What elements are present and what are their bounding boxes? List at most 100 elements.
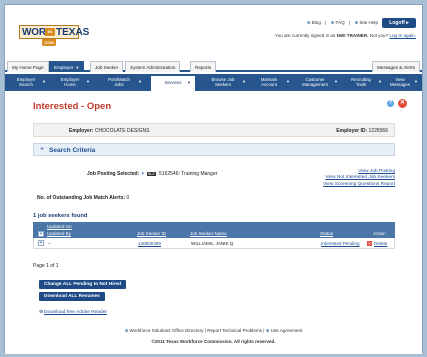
subnav-label-2: Tools (355, 82, 367, 87)
employer-id: Employer ID: 1228366 (336, 128, 388, 134)
change-all-pending-button[interactable]: Change ALL Pending to Not Hired (39, 280, 127, 289)
chevron-down-icon: ▼ (378, 79, 382, 84)
tab-reports[interactable]: Reports (190, 61, 217, 72)
job-match-alerts: No. of Outstanding Job Match Alerts: 0 (37, 195, 129, 201)
table-header: + Updated On Updated By Job Seeker ID Jo… (33, 222, 395, 238)
seeker-name: WILLIAMS, JANIE Q (191, 241, 234, 246)
globe-icon: ⊕ (354, 20, 359, 25)
tab-label: Messages & Alerts (376, 65, 415, 70)
alerts-label: No. of Outstanding Job Match Alerts: (37, 195, 126, 201)
tab-label: System Administration (130, 65, 176, 70)
col-seeker-id[interactable]: Job Seeker ID (137, 231, 166, 236)
chevron-down-icon: ▼ (42, 79, 46, 84)
logo-word-in: IN (45, 28, 55, 36)
employer-subnav: Employer Search ▼ Employer Home ▼ Post/Match… (5, 74, 422, 91)
office-directory-link[interactable]: Workforce Solutions Office Directory (130, 328, 204, 333)
expand-all-icon[interactable]: + (38, 231, 44, 237)
chevron-down-icon: ▼ (242, 79, 246, 84)
subnav-services[interactable]: Services ▼ (151, 76, 195, 91)
table-row: + -- 140830490 WILLIAMS, JANIE Q Interes… (33, 238, 395, 249)
col-action: Action (373, 231, 386, 236)
row-updated: -- (48, 241, 52, 246)
employer-id-label: Employer ID: (336, 128, 368, 134)
download-all-resumes-button[interactable]: Download ALL Resumes (39, 292, 105, 301)
subnav-browse-job-seekers[interactable]: Browse Job Seekers ▼ (203, 74, 246, 91)
download-reader-link[interactable]: Download free Adobe Reader (44, 310, 107, 315)
main-content: Interested - Open ? ✕ Employer: CHOCOLAT… (5, 91, 422, 354)
signed-in-prefix: You are currently signed in as (274, 33, 336, 38)
tab-messages-alerts[interactable]: Messages & Alerts (371, 61, 420, 72)
expand-row-icon[interactable]: + (38, 240, 44, 246)
tab-my-home-page[interactable]: My Home Page (7, 61, 49, 72)
separator: | (204, 328, 206, 333)
tab-label: Job Seeker (95, 65, 119, 70)
subnav-label-2: Management (302, 82, 328, 87)
col-seeker-name[interactable]: Job Seeker Name (190, 231, 227, 236)
employer-info-bar: Employer: CHOCOLATE DESIGNS Employer ID:… (33, 123, 395, 137)
logoff-button[interactable]: Logoff ▸ (382, 18, 416, 28)
globe-icon: ⊕ (306, 20, 311, 25)
chevron-down-icon: ▼ (138, 79, 142, 84)
chevron-down-icon: ▼ (75, 65, 80, 70)
top-links: ⊕Blog | ⊕FAQ | ⊕Site Help (307, 20, 378, 26)
subnav-recruiting-tools[interactable]: Recruiting Tools ▼ (343, 74, 382, 91)
subnav-view-messages[interactable]: View Messages ▼ (385, 74, 418, 91)
employer-label: Employer: CHOCOLATE DESIGNS (69, 128, 149, 134)
help-icon[interactable]: ? (387, 100, 394, 107)
tab-job-seeker[interactable]: Job Seeker (90, 61, 124, 72)
logo-com: COM (42, 39, 56, 46)
faq-link[interactable]: FAQ (336, 20, 345, 25)
globe-icon: ⊕ (39, 310, 44, 315)
nlx-badge: NLX (146, 172, 156, 176)
plus-icon: + (40, 146, 45, 153)
subnav-label-2: Search (19, 82, 33, 87)
subnav-maintain-account[interactable]: Maintain Account ▼ (251, 74, 290, 91)
separator: | (263, 328, 265, 333)
subnav-customer-management[interactable]: Customer Management ▼ (295, 74, 338, 91)
subnav-employer-home[interactable]: Employer Home ▼ (53, 74, 90, 91)
report-problems-link[interactable]: Report Technical Problems (207, 328, 262, 333)
subnav-label-2: Home (64, 82, 76, 87)
chevron-down-icon: ▼ (86, 79, 90, 84)
search-criteria-toggle[interactable]: + Search Criteria (33, 143, 395, 156)
site-help-link[interactable]: Site Help (359, 20, 378, 25)
logoff-label: Logoff (389, 20, 405, 26)
seeker-id-link[interactable]: 140830490 (138, 241, 161, 246)
job-posting-label: Job Posting Selected: (87, 171, 140, 177)
workintexas-logo[interactable]: WORK IN TEXAS COM (19, 25, 89, 49)
not-you-text: Not you? (369, 33, 389, 38)
view-not-interested-link[interactable]: View Not Interested Job Seekers (323, 175, 395, 181)
logo-word-texas: TEXAS (56, 27, 90, 38)
alerts-value: 0 (126, 195, 130, 201)
arrow-right-icon: ▸ (406, 20, 409, 26)
col-updated-by[interactable]: Updated By (47, 231, 71, 236)
job-posting-value: 5162546: Training Manger (159, 171, 218, 177)
use-agreement-link[interactable]: Use Agreement (271, 328, 303, 333)
job-seekers-table: + Updated On Updated By Job Seeker ID Jo… (33, 222, 395, 249)
col-updated-on[interactable]: Updated On (47, 224, 72, 229)
signed-in-user: NWI TRAINER. (336, 33, 369, 38)
globe-icon: ⊕ (330, 20, 335, 25)
col-status[interactable]: Status (320, 231, 333, 236)
main-tab-bar: My Home Page Employer ▼ Job Seeker System… (5, 59, 422, 72)
tab-employer[interactable]: Employer ▼ (49, 61, 85, 72)
delete-icon[interactable]: ✕ (367, 241, 372, 247)
page-title: Interested - Open (33, 101, 112, 112)
view-screening-questions-link[interactable]: View Screening Questions Report (323, 182, 395, 188)
chevron-down-icon: ▼ (286, 79, 290, 84)
pagination-text: Page 1 of 1 (33, 263, 59, 269)
subnav-post-match-jobs[interactable]: Post/Match Jobs ▼ (99, 74, 142, 91)
tab-system-administration[interactable]: System Administration (125, 61, 181, 72)
delete-link[interactable]: Delete (374, 241, 387, 246)
subnav-label-2: Account (261, 82, 277, 87)
subnav-employer-search[interactable]: Employer Search ▼ (9, 74, 46, 91)
login-again-link[interactable]: Log In again. (389, 33, 416, 38)
search-criteria-title: Search Criteria (49, 147, 96, 154)
status-link[interactable]: Interested Pending (321, 241, 360, 246)
signed-in-text: You are currently signed in as NWI TRAIN… (275, 33, 416, 38)
subnav-label-2: Seekers (214, 82, 232, 87)
employer-id-value: 1228366 (368, 128, 388, 134)
close-icon[interactable]: ✕ (398, 99, 407, 108)
blog-link[interactable]: Blog (312, 20, 321, 25)
employer-name: CHOCOLATE DESIGNS (94, 128, 150, 134)
